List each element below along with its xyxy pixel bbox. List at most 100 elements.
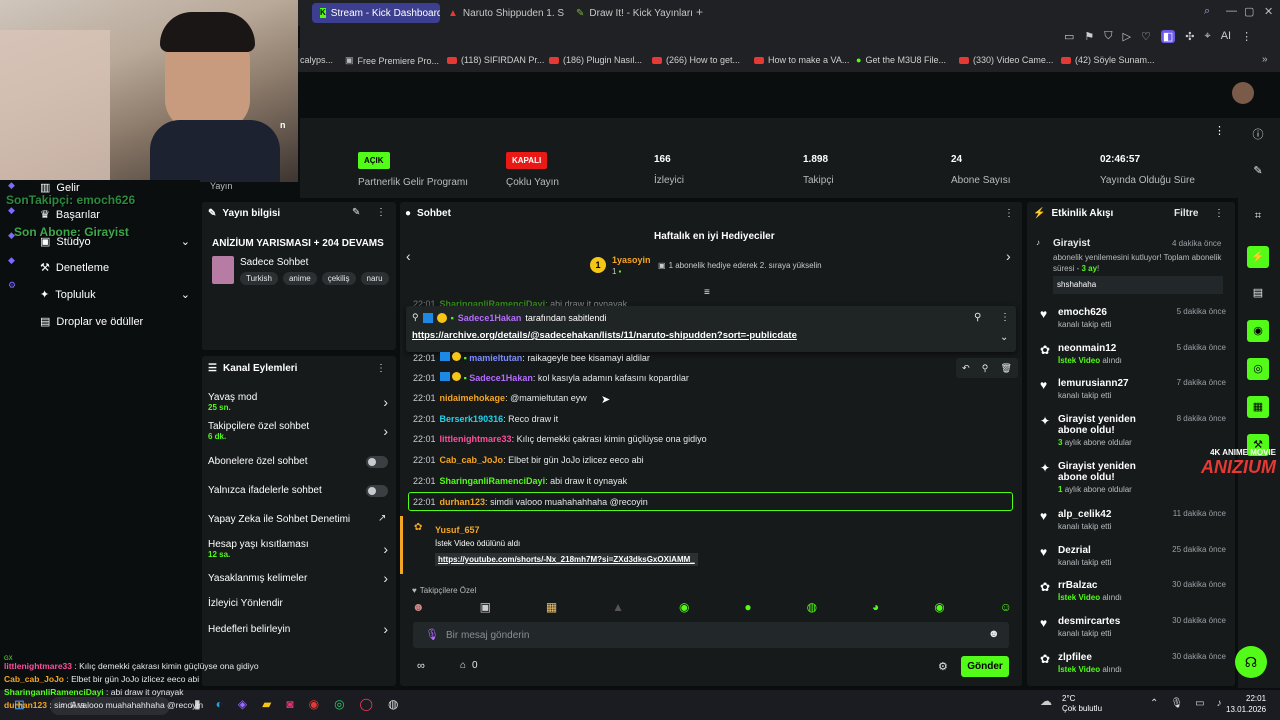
help-chat-button[interactable]: ☊ <box>1235 646 1267 678</box>
chrome-icon[interactable]: ◉ <box>309 697 319 711</box>
bookmark-icon[interactable]: ⚑ <box>1084 30 1094 43</box>
settings-icon[interactable]: ⚙ <box>938 660 948 673</box>
search-icon[interactable]: ⌕ <box>1204 5 1210 18</box>
pencil-icon[interactable]: ✎ <box>1250 164 1266 180</box>
ai-icon[interactable]: AI <box>1221 30 1231 43</box>
chevron-left-icon[interactable]: ‹ <box>406 248 411 264</box>
bookmark-4[interactable]: (266) How to get... <box>652 55 740 65</box>
network-icon[interactable]: ▭ <box>1195 698 1204 709</box>
activity-item[interactable]: ✦ Girayist yeniden abone oldu! 3 aylık abo… <box>1040 414 1230 447</box>
filter-button[interactable]: Filtre <box>1174 208 1198 219</box>
nav-item-achievements[interactable]: ♛ Başarılar <box>40 208 100 222</box>
action-goals[interactable]: Hedefleri belirleyin › <box>208 621 390 637</box>
weather-widget[interactable]: 2°C Çok bulutlu <box>1062 694 1102 714</box>
pin-icon[interactable]: ⚲ <box>982 363 989 374</box>
emote-icon[interactable]: ◉ <box>934 600 944 616</box>
reply-icon[interactable]: ↶ <box>962 363 970 374</box>
pin-icon[interactable]: ⌖ <box>1205 30 1211 43</box>
chevron-up-icon[interactable]: ⌃ <box>1150 698 1158 709</box>
play-icon[interactable]: ▷ <box>1123 30 1131 43</box>
emote-icon[interactable]: ● <box>744 600 751 616</box>
puzzle-icon[interactable]: ✣ <box>1185 30 1194 43</box>
action-account-age[interactable]: Hesap yaşı kısıtlaması 12 sa. › <box>208 539 390 559</box>
minimize-icon[interactable]: — <box>1226 5 1237 17</box>
bookmark-2[interactable]: (118) SIFIRDAN Pr... <box>447 55 544 65</box>
emote-icon[interactable]: ☻ <box>412 600 425 616</box>
layout-icon[interactable]: ▦ <box>1247 396 1269 418</box>
shield-icon[interactable]: ⛉ <box>1104 30 1112 43</box>
emoji-icon[interactable]: ☻ <box>988 628 1000 640</box>
emote-icon[interactable]: ▣ <box>480 600 491 616</box>
emote-icon[interactable]: ▲ <box>612 600 624 616</box>
emote-icon[interactable]: ◉ <box>679 600 689 616</box>
rail-icon-5[interactable]: ⚙ <box>8 280 20 291</box>
tag[interactable]: Turkish <box>240 272 278 285</box>
nav-item-moderation[interactable]: ⚒ Denetleme <box>40 261 109 275</box>
activity-item[interactable]: ♥ desmircartes kanalı takip etti 30 dakika … <box>1040 616 1230 638</box>
subscribers-only-toggle[interactable] <box>366 456 388 468</box>
cast-icon[interactable]: ▭ <box>1064 30 1074 43</box>
chat-bubble-icon[interactable]: ◉ <box>1247 320 1269 342</box>
heart-icon[interactable]: ♡ <box>1141 30 1151 43</box>
pinned-link[interactable]: https://archive.org/details/@sadecehakan… <box>412 330 797 341</box>
opera-gx-icon[interactable]: ◯ <box>360 697 373 711</box>
microphone-icon[interactable]: 🎙︎ <box>1170 698 1183 709</box>
pinned-by-user[interactable]: Sadece1Hakan <box>458 313 522 323</box>
nav-item-drops[interactable]: ▤ Droplar ve ödüller <box>40 315 143 329</box>
tab-kick-dashboard[interactable]: K Stream - Kick Dashboard <box>312 3 440 23</box>
lightning-icon[interactable]: ⚡ <box>1247 246 1269 268</box>
close-icon[interactable]: ✕ <box>1264 5 1273 18</box>
message-user[interactable]: Berserk190316 <box>440 414 504 424</box>
new-tab-icon[interactable]: + <box>696 5 703 19</box>
whatsapp-icon[interactable]: ◎ <box>334 697 344 711</box>
unpin-icon[interactable]: ⚲ <box>974 312 981 323</box>
message-user[interactable]: nidaimehokage <box>440 393 506 403</box>
chevron-right-icon[interactable]: › <box>1006 248 1011 264</box>
emote-icon[interactable]: ◍ <box>807 600 817 616</box>
maximize-icon[interactable]: ▢ <box>1244 5 1254 18</box>
more-bookmarks-icon[interactable]: » <box>1262 54 1268 65</box>
message-user[interactable]: SharinganliRamenciDayi <box>440 476 546 486</box>
menu-dots-icon[interactable]: ⋮ <box>1000 312 1010 323</box>
focus-icon[interactable]: ⌗ <box>1250 210 1266 226</box>
broadcast-icon[interactable]: ◎ <box>1247 358 1269 380</box>
tab-draw-it[interactable]: ✎ Draw It! - Kick Yayınları İç <box>568 3 692 23</box>
bookmark-6[interactable]: ● Get the M3U8 File... <box>856 55 946 65</box>
rail-icon-4[interactable]: ◆ <box>8 255 20 266</box>
points-display[interactable]: ⌂ 0 <box>460 660 478 671</box>
trash-icon[interactable]: 🗑︎ <box>1000 363 1011 374</box>
activity-item[interactable]: ✿ zlpfilee İstek Video alındı 30 dakika önc… <box>1040 652 1230 674</box>
action-ai-moderation[interactable]: Yapay Zeka ile Sohbet Denetimi <box>208 514 350 525</box>
emote-icon[interactable]: ☺ <box>1000 600 1012 616</box>
external-link-icon[interactable]: ↗ <box>378 513 386 524</box>
tag[interactable]: çekiliş <box>321 272 356 285</box>
activity-item[interactable]: ♥ Dezrial kanalı takip etti 25 dakika önce <box>1040 545 1230 567</box>
rail-icon-1[interactable]: ◆ <box>8 180 20 191</box>
activity-item[interactable]: ♥ lemurusiann27 kanalı takip etti 7 dakika … <box>1040 378 1230 400</box>
message-user[interactable]: littlenightmare33 <box>440 434 512 444</box>
message-user[interactable]: mamieltutan <box>469 353 522 363</box>
action-banned-words[interactable]: Yasaklanmış kelimeler › <box>208 570 390 586</box>
emotes-only-toggle[interactable] <box>366 485 388 497</box>
emote-icon[interactable]: ▦ <box>546 600 557 616</box>
activity-item[interactable]: ♥ emoch626 kanalı takip etti 5 dakika önce <box>1040 307 1230 329</box>
menu-dots-icon[interactable]: ⋮ <box>376 207 386 218</box>
featured-name[interactable]: Girayist <box>1053 238 1090 249</box>
reward-user[interactable]: Yusuf_657 <box>435 525 480 535</box>
bookmark-0[interactable]: calyps... <box>300 55 333 65</box>
infinity-icon[interactable]: ∞ <box>417 660 425 672</box>
menu-dots-icon[interactable]: ⋮ <box>1241 30 1252 43</box>
menu-dots-icon[interactable]: ⋮ <box>376 363 386 374</box>
top-gifter-name[interactable]: 1yasoyin <box>612 255 651 265</box>
tag[interactable]: naru <box>360 272 389 285</box>
edit-icon[interactable]: ✎ <box>352 207 360 218</box>
tag[interactable]: anime <box>282 272 317 285</box>
info-icon[interactable]: ⓘ <box>1250 126 1266 142</box>
obs-icon[interactable]: ◍ <box>388 697 398 711</box>
bookmark-8[interactable]: (42) Söyle Sunam... <box>1061 55 1155 65</box>
message-user[interactable]: Cab_cab_JoJo <box>440 455 504 465</box>
volume-icon[interactable]: ♪ <box>1217 698 1222 709</box>
extension-icon[interactable]: ◧ <box>1160 30 1176 43</box>
activity-item[interactable]: ✿ rrBalzac İstek Video alındı 30 dakika önc… <box>1040 580 1230 602</box>
chevron-down-icon[interactable]: ⌄ <box>1000 332 1008 343</box>
